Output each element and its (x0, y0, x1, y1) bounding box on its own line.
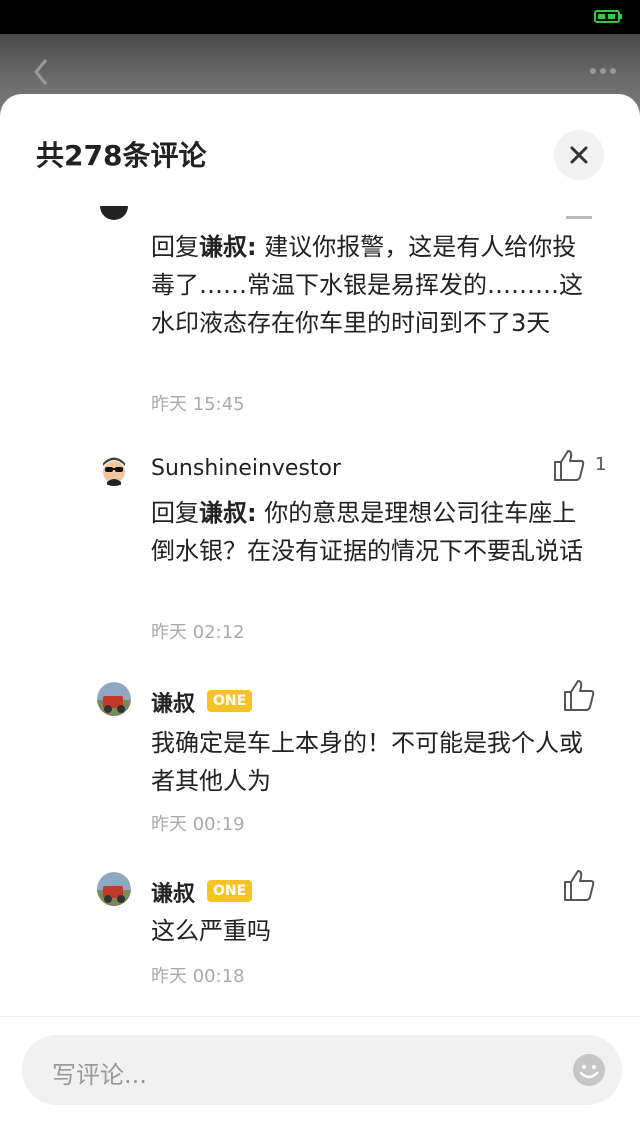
comment-time: 昨天 00:18 (151, 966, 245, 987)
like-icon[interactable] (552, 448, 586, 482)
comment-text: 这么严重吗 (151, 917, 271, 945)
close-icon (570, 146, 588, 164)
comments-sheet: 共278条评论 回复谦叔: 建议你报警，这是有人给你投毒了……常温下水银是易挥发… (0, 94, 640, 1138)
comment-author[interactable]: 谦叔 (151, 686, 195, 718)
comment-count-title: 共278条评论 (36, 139, 207, 172)
reply-target[interactable]: 谦叔: (199, 499, 257, 527)
like-icon[interactable] (562, 678, 596, 712)
more-dots-icon[interactable] (588, 66, 618, 76)
back-arrow-icon[interactable] (30, 56, 52, 88)
comment-author[interactable]: 谦叔 (151, 876, 195, 908)
comment-input-bar: 写评论... (0, 1016, 640, 1138)
comment-time: 昨天 02:12 (151, 622, 245, 643)
emoji-icon[interactable] (572, 1053, 606, 1087)
like-icon[interactable] (562, 868, 596, 902)
reply-target[interactable]: 谦叔: (199, 233, 257, 261)
reply-prefix: 回复 (151, 499, 199, 527)
like-icon (566, 216, 592, 219)
comment-list[interactable]: 回复谦叔: 建议你报警，这是有人给你投毒了……常温下水银是易挥发的………这水印液… (0, 204, 640, 1014)
avatar[interactable] (97, 452, 131, 486)
comment-time: 昨天 00:19 (151, 814, 245, 835)
battery-icon (594, 10, 622, 23)
avatar[interactable] (97, 872, 131, 906)
reply-prefix: 回复 (151, 233, 199, 261)
like-count: 1 (595, 454, 607, 475)
comment-text: 回复谦叔: 建议你报警，这是有人给你投毒了……常温下水银是易挥发的………这水印液… (151, 228, 596, 342)
avatar[interactable] (97, 682, 131, 716)
comment-time: 昨天 15:45 (151, 394, 245, 415)
user-badge: ONE (207, 880, 253, 902)
avatar (100, 206, 128, 220)
status-bar (0, 0, 640, 34)
comment-input[interactable]: 写评论... (22, 1035, 622, 1105)
comment-text: 我确定是车上本身的！不可能是我个人或者其他人为 (151, 729, 583, 795)
comment-text: 回复谦叔: 你的意思是理想公司往车座上倒水银？在没有证据的情况下不要乱说话 (151, 494, 596, 570)
close-button[interactable] (554, 130, 604, 180)
user-badge: ONE (207, 690, 253, 712)
input-placeholder: 写评论... (52, 1061, 147, 1089)
comment-author[interactable]: Sunshineinvestor (151, 456, 341, 481)
